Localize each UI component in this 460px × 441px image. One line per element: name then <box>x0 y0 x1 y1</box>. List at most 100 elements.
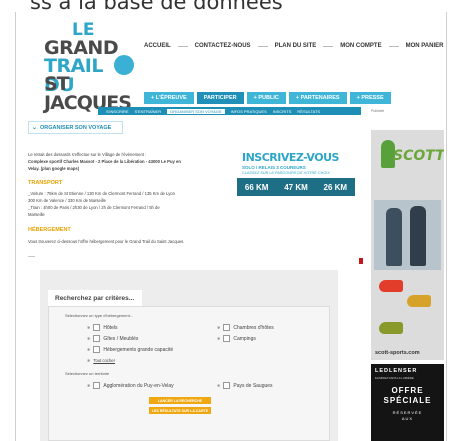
checkbox-puy[interactable] <box>93 382 101 389</box>
topnav-separator <box>257 43 268 47</box>
search-header: Recherchez par critères... <box>48 290 142 306</box>
page-title: Organiser son voyage <box>40 124 112 131</box>
tab-public[interactable]: + Public <box>246 92 286 104</box>
transport-line-1: _Voiture : 75km de St Etienne / 130 Km d… <box>28 191 175 196</box>
intro-line-1: Le retrait des dossards s'effectue sur l… <box>28 152 147 157</box>
checkbox-gites[interactable] <box>93 335 101 342</box>
offer-line-2: SPÉCIALE <box>383 395 432 405</box>
option-label: Chambres d'hôtes <box>233 324 274 331</box>
topnav-mon-compte[interactable]: Mon compte <box>340 43 381 49</box>
tab-partenaires[interactable]: + Partenaires <box>288 92 347 104</box>
dashes: ___ <box>28 252 35 257</box>
subnav-sentrainer[interactable]: S'entraîner <box>135 109 162 114</box>
subnav-inscrits[interactable]: Inscrits <box>273 109 292 114</box>
intro-line-2: Complexe sportif Charles Massot - 2 Plac… <box>28 159 181 164</box>
topnav-contact[interactable]: Contactez-nous <box>195 43 251 49</box>
scott-url: scott-sports.com <box>375 350 420 356</box>
checkbox-chambres-hotes[interactable] <box>223 324 231 331</box>
topnav-separator <box>388 43 399 47</box>
offer-sub: RÉSERVÉE AUX <box>371 410 444 421</box>
subnav-infos-pratiques[interactable]: Infos pratiques <box>231 109 267 114</box>
subnav-organiser-voyage[interactable]: Organiser son voyage <box>167 108 225 114</box>
site-logo[interactable]: LE GRAND TRAIL DU ST JACQUES <box>44 22 139 113</box>
tab-epreuve[interactable]: + L'épreuve <box>144 92 194 104</box>
topnav-plan-du-site[interactable]: Plan du site <box>275 43 317 49</box>
bullet-icon: ✱ <box>217 336 221 341</box>
bullet-icon: ✱ <box>87 383 91 388</box>
main-navigation: + L'épreuve Participer + Public + Parten… <box>144 92 391 104</box>
territory-saugues[interactable]: ✱ Pays de Saugues <box>217 382 273 389</box>
transport-line-2: 300 Km de Valence / 330 Km de Marseille <box>28 198 106 203</box>
runner-figure <box>386 208 402 266</box>
topnav-accueil[interactable]: Accueil <box>144 43 171 49</box>
search-form: Sélectionnez un type d'hébergement... ✱ … <box>48 306 330 441</box>
page-title-box: ⌄ Organiser son voyage <box>28 121 123 134</box>
option-label: Hôtels <box>103 324 118 331</box>
ledlenser-ad[interactable]: LEDLENSER Eliminez dans la lumière OFFRE… <box>371 364 444 441</box>
bullet-icon: ✱ <box>217 325 221 330</box>
territory-label: Sélectionnez un territoire <box>65 371 110 376</box>
transport-heading: Transport <box>28 180 63 186</box>
territory-puy[interactable]: ✱ Agglomération du Puy-en-Velay <box>87 382 174 389</box>
runners-photo <box>374 200 441 270</box>
tab-participer[interactable]: Participer <box>196 92 244 104</box>
option-label: Campings <box>233 335 256 342</box>
territory-label-left: Agglomération du Puy-en-Velay <box>103 382 174 389</box>
offer-line-4: AUX <box>401 415 414 421</box>
search-panel: Recherchez par critères... Sélectionnez … <box>40 270 338 441</box>
bullet-icon: ✱ <box>87 347 91 352</box>
sub-navigation: S'inscrire S'entraîner Organiser son voy… <box>98 107 361 115</box>
option-label: Gîtes / Meublés <box>103 335 139 342</box>
inscription-note: CLASSEZ SUR LE PARCOURS DE VOTRE CHOIX <box>242 171 330 175</box>
search-button[interactable]: Lancer la recherche <box>149 397 211 404</box>
ledlenser-brand: LEDLENSER <box>375 368 418 374</box>
checkbox-campings[interactable] <box>223 335 231 342</box>
top-navigation: Accueil Contactez-nous Plan du site Mon … <box>144 43 443 49</box>
scott-ad[interactable]: SCOTT scott-sports.com <box>371 130 444 360</box>
top-caption: ss à la base de données <box>30 0 283 12</box>
shoe-image <box>407 295 431 307</box>
topnav-separator <box>177 43 188 47</box>
bullet-icon: ✱ <box>87 358 91 363</box>
subnav-sinscrire[interactable]: S'inscrire <box>106 109 129 114</box>
topnav-mon-panier[interactable]: Mon panier <box>406 43 444 49</box>
inscription-subtitle: SOLO / RELAIS 3 COUREURS <box>242 165 306 170</box>
ledlenser-tagline: Eliminez dans la lumière <box>375 376 414 380</box>
transport-line-4: Marseille <box>28 212 45 217</box>
option-campings[interactable]: ✱ Campings <box>217 335 256 342</box>
intro-line-3: Velay. (plan google maps) <box>28 166 80 171</box>
scroll-marker <box>359 258 363 264</box>
topnav-separator <box>323 43 334 47</box>
bullet-icon: ✱ <box>87 325 91 330</box>
runner-figure <box>410 206 426 266</box>
tab-presse[interactable]: + Presse <box>349 92 391 104</box>
checkbox-grande-capacite[interactable] <box>93 346 101 353</box>
territory-label-right: Pays de Saugues <box>233 382 273 389</box>
option-grande-capacite[interactable]: ✱ Hébergements grande capacité <box>87 346 173 353</box>
option-chambres-hotes[interactable]: ✱ Chambres d'hôtes <box>217 324 274 331</box>
site-header: LE GRAND TRAIL DU ST JACQUES Accueil Con… <box>16 12 446 113</box>
shoe-image <box>379 280 403 292</box>
sidebar-ads: Publicité SCOTT scott-sports.com LEDLENS… <box>371 109 444 441</box>
distance-66: 66 KM <box>244 182 269 192</box>
offer-headline: OFFRE SPÉCIALE <box>371 386 444 405</box>
browser-page: LE GRAND TRAIL DU ST JACQUES Accueil Con… <box>15 12 447 441</box>
distance-bar: 66 KM 47 KM 26 KM <box>237 178 355 196</box>
bullet-icon: ✱ <box>87 336 91 341</box>
scott-brand: SCOTT <box>393 148 444 164</box>
bullet-icon: ✱ <box>217 383 221 388</box>
inscription-banner[interactable]: INSCRIVEZ-VOUS SOLO / RELAIS 3 COUREURS … <box>237 146 355 206</box>
select-all-row[interactable]: ✱ Tout cocher <box>87 358 115 363</box>
main-content: ⌄ Organiser son voyage Le retrait des do… <box>22 115 362 441</box>
subnav-resultats[interactable]: Résultats <box>297 109 320 114</box>
transport-line-3: _Train : 4h00 de Paris / 2h30 de Lyon / … <box>28 205 160 210</box>
option-gites[interactable]: ✱ Gîtes / Meublés <box>87 335 138 342</box>
checkbox-saugues[interactable] <box>223 382 231 389</box>
inscription-title: INSCRIVEZ-VOUS <box>242 151 339 164</box>
option-hotels[interactable]: ✱ Hôtels <box>87 324 118 331</box>
select-all-link[interactable]: Tout cocher <box>93 358 115 363</box>
map-results-button[interactable]: Les résultats sur la carte <box>149 407 211 414</box>
checkbox-hotels[interactable] <box>93 324 101 331</box>
type-label: Sélectionnez un type d'hébergement... <box>65 313 134 318</box>
shoe-image <box>379 322 403 334</box>
